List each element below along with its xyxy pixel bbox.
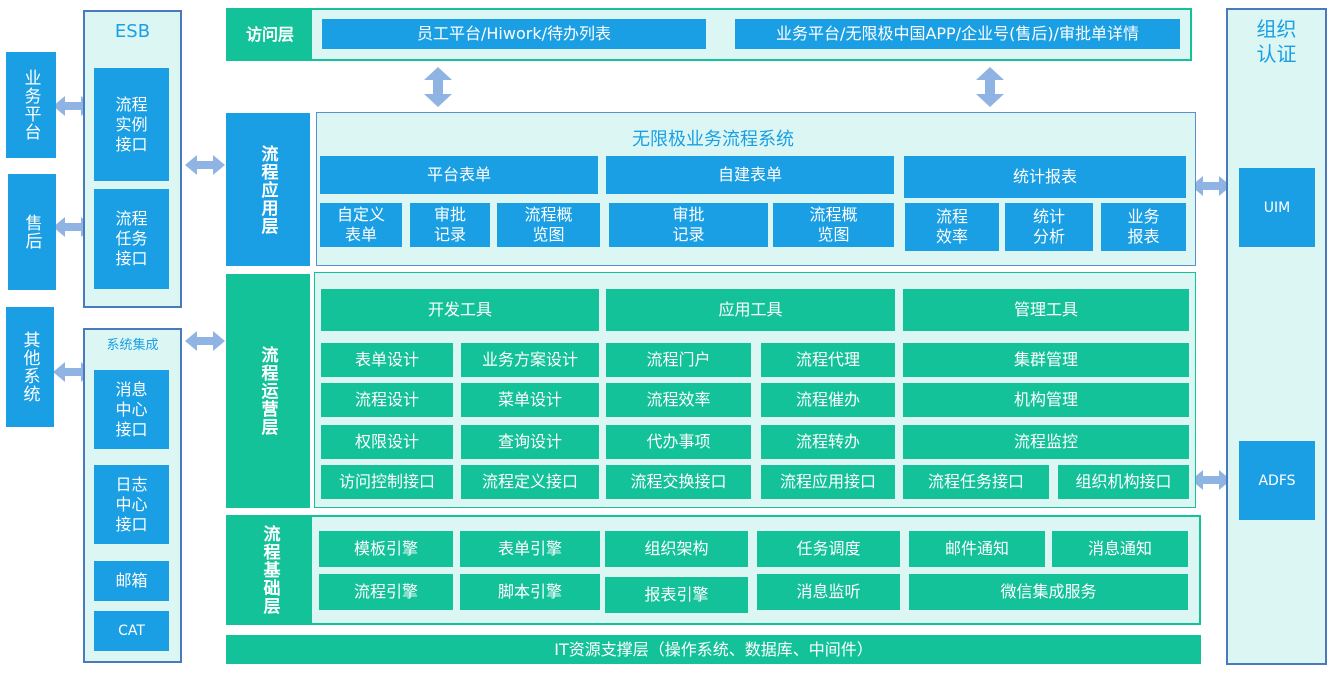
integration-item: 消息 中心 接口: [94, 370, 169, 449]
business-platform-label: 业务平台: [20, 69, 41, 141]
base-item: 流程引擎: [319, 574, 453, 610]
base-item: 消息通知: [1052, 531, 1188, 567]
org-auth-panel: [1226, 8, 1327, 665]
business-platform-box: 业务平台: [6, 52, 56, 158]
ops-item: 流程监控: [903, 425, 1189, 459]
ops-group-title: 开发工具: [321, 289, 599, 331]
app-group-title: 平台表单: [320, 156, 598, 194]
esb-item: 流程 实例 接口: [94, 68, 169, 181]
ops-item: 集群管理: [903, 343, 1189, 377]
access-item: 业务平台/无限极中国APP/企业号(售后)/审批单详情: [735, 19, 1180, 49]
ops-item: 权限设计: [321, 425, 453, 459]
ops-layer-label-text: 流程运营层: [257, 346, 278, 436]
app-group-title: 自建表单: [606, 156, 894, 194]
base-item: 任务调度: [757, 531, 900, 567]
ops-item: 流程交换接口: [606, 465, 751, 499]
system-integration-title: 系统集成: [106, 337, 159, 353]
integration-item: 日志 中心 接口: [94, 465, 169, 544]
ops-layer-label: 流程运营层: [226, 274, 310, 508]
ops-group-title: 管理工具: [903, 289, 1189, 331]
base-item: 消息监听: [757, 574, 900, 610]
ops-item: 机构管理: [903, 383, 1189, 417]
ops-item: 代办事项: [606, 425, 751, 459]
base-layer-label-text: 流程基础层: [259, 525, 280, 615]
ops-item: 流程定义接口: [461, 465, 599, 499]
base-layer-label: 流程基础层: [228, 517, 312, 623]
base-item: 报表引擎: [605, 577, 748, 613]
system-title: 无限极业务流程系统: [632, 129, 794, 150]
app-layer-label-text: 流程应用层: [257, 144, 278, 235]
esb-item: 流程 任务 接口: [94, 189, 169, 289]
app-item: 流程概 览图: [773, 203, 894, 247]
ops-item: 流程催办: [761, 383, 895, 417]
ops-item: 流程效率: [606, 383, 751, 417]
arrow-app-org: [1191, 176, 1231, 196]
app-item: 流程 效率: [905, 203, 999, 251]
ops-item: 流程任务接口: [903, 465, 1049, 499]
ops-item: 流程转办: [761, 425, 895, 459]
ops-item: 流程应用接口: [761, 465, 895, 499]
app-item: 审批 记录: [410, 203, 490, 247]
app-item: 流程概 览图: [497, 203, 600, 247]
ops-item: 表单设计: [321, 343, 453, 377]
org-auth-item: ADFS: [1239, 441, 1315, 520]
after-sales-label: 售后: [21, 214, 42, 250]
ops-item: 查询设计: [461, 425, 599, 459]
base-item: 微信集成服务: [909, 574, 1188, 610]
esb-title: ESB: [114, 20, 151, 42]
ops-item: 组织机构接口: [1058, 465, 1189, 499]
app-item: 业务 报表: [1101, 203, 1186, 251]
arrow-integration-ops: [185, 331, 225, 351]
ops-item: 流程门户: [606, 343, 751, 377]
access-item: 员工平台/Hiwork/待办列表: [322, 19, 706, 49]
other-systems-box: 其他系统: [6, 307, 54, 427]
ops-item: 业务方案设计: [461, 343, 599, 377]
org-auth-item: UIM: [1239, 168, 1315, 247]
access-layer-label: 访问层: [228, 10, 312, 59]
base-item: 组织架构: [605, 531, 748, 567]
integration-item: CAT: [94, 611, 169, 651]
arrow-ops-org: [1191, 470, 1231, 490]
app-item: 自定义 表单: [320, 203, 402, 247]
ops-item: 菜单设计: [461, 383, 599, 417]
ops-item: 访问控制接口: [321, 465, 453, 499]
other-systems-label: 其他系统: [19, 331, 40, 403]
arrow-esb-app: [185, 155, 225, 175]
base-item: 邮件通知: [909, 531, 1045, 567]
app-group-title: 统计报表: [904, 156, 1186, 198]
app-layer-label: 流程应用层: [226, 113, 310, 266]
ops-group-title: 应用工具: [606, 289, 895, 331]
org-auth-title: 组织 认证: [1256, 17, 1297, 66]
app-item: 统计 分析: [1005, 203, 1093, 251]
app-item: 审批 记录: [609, 203, 768, 247]
ops-item: 流程代理: [761, 343, 895, 377]
integration-item: 邮箱: [94, 561, 169, 601]
base-item: 模板引擎: [319, 531, 453, 567]
base-item: 脚本引擎: [460, 574, 600, 610]
after-sales-box: 售后: [8, 174, 56, 290]
arrow-access-app-right: [976, 67, 1004, 107]
arrow-access-app-left: [424, 67, 452, 107]
ops-item: 流程设计: [321, 383, 453, 417]
base-item: 表单引擎: [460, 531, 600, 567]
it-resource-layer: IT资源支撑层（操作系统、数据库、中间件）: [226, 635, 1201, 664]
